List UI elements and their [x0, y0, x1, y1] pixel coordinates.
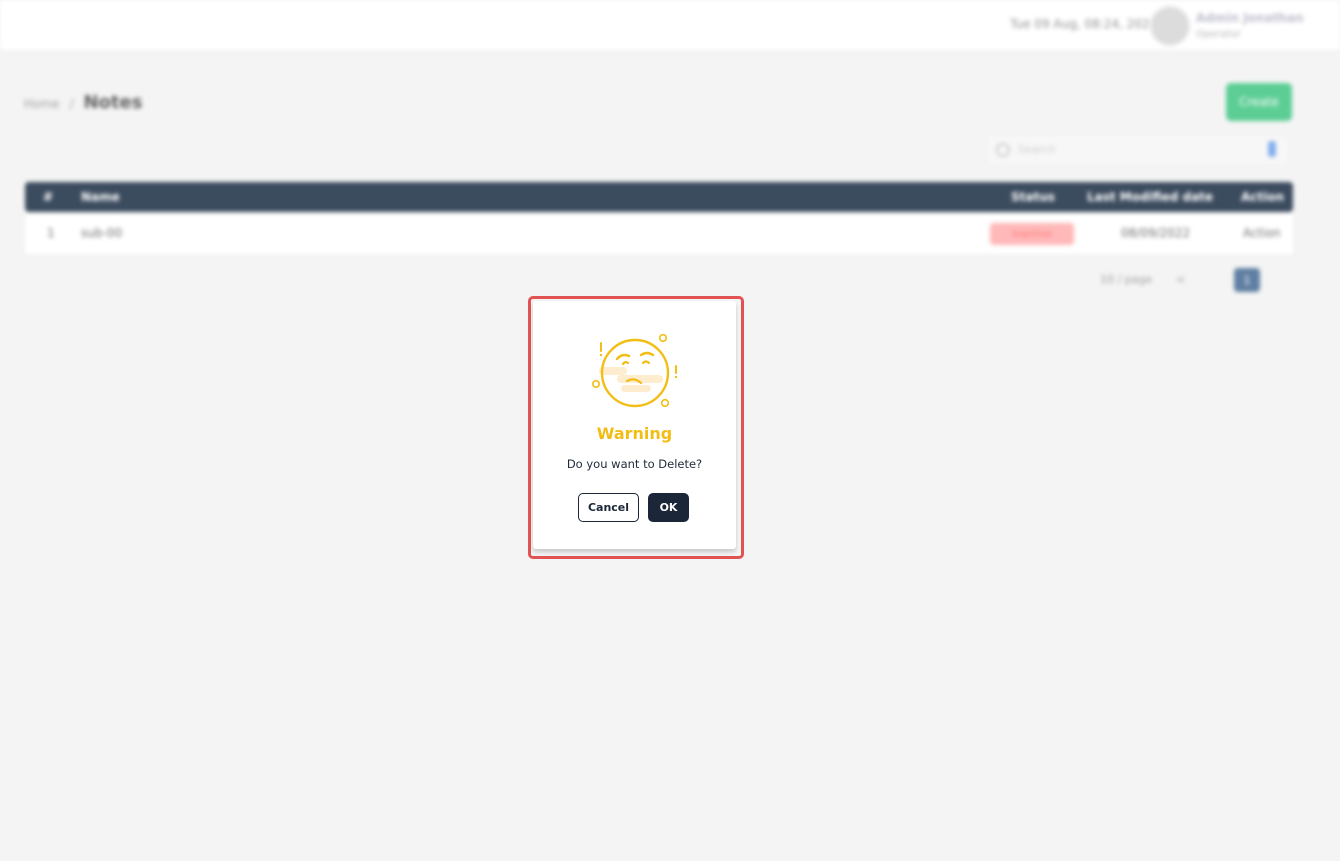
cancel-button[interactable]: Cancel	[578, 493, 639, 522]
app-window: Tue 09 Aug, 08:24, 2022 Admin Jonathan O…	[0, 0, 1340, 861]
warning-face-icon	[591, 333, 678, 408]
ok-button[interactable]: OK	[648, 493, 689, 522]
dialog-title: Warning	[596, 424, 673, 443]
dialog-message: Do you want to Delete?	[566, 457, 703, 471]
warning-dialog: Warning Do you want to Delete? Cancel OK	[533, 301, 736, 549]
